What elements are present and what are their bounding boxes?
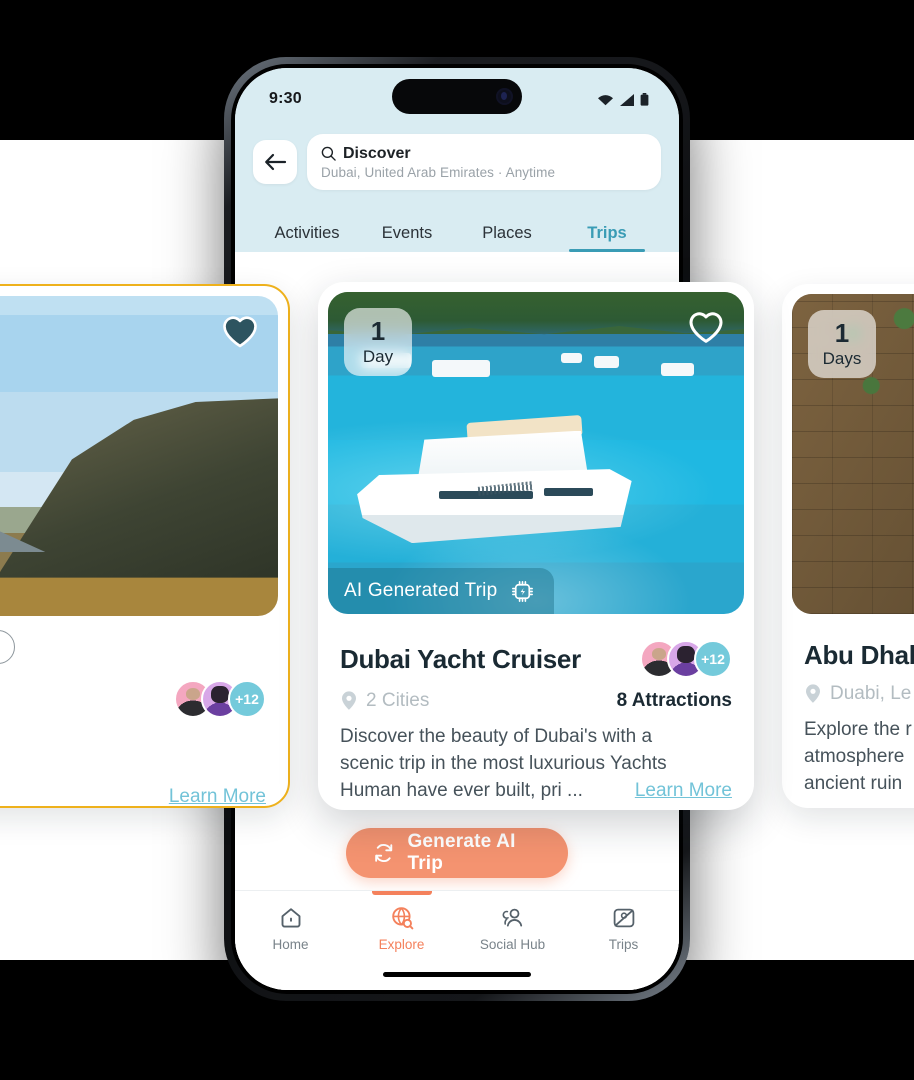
back-button[interactable] [253, 140, 297, 184]
trip-card-left[interactable]: by Experts 2 Days 12 Attractions [0, 284, 290, 808]
ai-chip-icon [512, 580, 534, 602]
trip-card-center-info: Dubai Yacht Cruiser +12 2 Cities 8 Attra… [318, 624, 754, 805]
days-badge-unit: Day [362, 346, 394, 366]
ai-generated-badge: AI Generated Trip [328, 568, 555, 614]
days-badge-number: 1 [834, 317, 850, 348]
screenshot-stage: 9:30 Discover Dubai, United Arab Emirate… [0, 0, 914, 1080]
trip-card-left-description: diverse culture and scapes of Visit hist… [0, 730, 266, 806]
trip-card-right-location: Duabi, Le [804, 683, 911, 705]
tab-trips[interactable]: Trips [557, 224, 657, 252]
desc-line: scenic trip in the most luxurious Yachts [340, 752, 667, 774]
desc-line: scapes of Visit historic [0, 757, 266, 784]
days-badge-center: 1 Day [344, 308, 412, 376]
generate-ai-trip-label: Generate AI Trip [407, 831, 516, 874]
learn-more-link-center[interactable]: Learn More [635, 778, 732, 805]
status-bar-clock: 9:30 [269, 90, 302, 107]
front-camera-icon [496, 88, 513, 105]
generate-ai-trip-button[interactable]: Generate AI Trip [346, 828, 568, 878]
desc-line: ancient ruin [804, 772, 903, 794]
desc-line: atmosphere [804, 745, 905, 767]
trip-card-left-pills: 2 Days 12 Attractions [0, 626, 288, 664]
trip-card-center-description: Discover the beauty of Dubai's with a sc… [340, 724, 732, 805]
favorite-button-center[interactable] [686, 308, 726, 351]
trip-card-center-title: Dubai Yacht Cruiser [340, 643, 581, 674]
location-pin-icon [806, 684, 820, 703]
nav-item-home[interactable]: Home [235, 904, 346, 952]
nav-item-social-hub[interactable]: Social Hub [457, 904, 568, 952]
learn-more-link-left[interactable]: Learn More [169, 784, 266, 806]
tab-activities[interactable]: Activities [257, 224, 357, 252]
trip-card-left-image: by Experts [0, 296, 278, 616]
trip-card-left-title-row: ey +12 [0, 680, 266, 718]
trip-card-center-title-row: Dubai Yacht Cruiser +12 [340, 640, 732, 678]
trip-card-right-title: Abu Dhabi [804, 640, 914, 670]
trip-card-right-meta: Duabi, Le [804, 683, 914, 705]
favorite-button-left[interactable] [220, 312, 260, 355]
wifi-icon [598, 94, 613, 105]
days-badge-right: 1 Days [808, 310, 876, 378]
nav-label-social-hub: Social Hub [479, 937, 546, 952]
globe-search-icon [391, 907, 413, 930]
ai-generated-badge-label: AI Generated Trip [344, 580, 498, 601]
status-bar-icons [597, 92, 649, 106]
trip-card-center-attractions: 8 Attractions [616, 690, 732, 711]
avatar-stack-left[interactable]: +12 [174, 680, 266, 718]
days-badge-unit: Days [822, 348, 862, 368]
trip-card-left-info: ey +12 diverse culture and scapes of Vis… [0, 664, 288, 806]
trip-card-right-info: Abu Dhabi Duabi, Le Explore the r atmosp… [782, 624, 914, 798]
refresh-icon [375, 844, 393, 862]
heart-filled-icon [223, 316, 257, 348]
trip-card-center[interactable]: 1 Day AI Generated Trip Dubai Yacht Crui… [318, 282, 754, 810]
desc-last-line: Human have ever built, pri ... Learn Mor… [340, 778, 732, 805]
avatar-stack-center[interactable]: +12 [640, 640, 732, 678]
desc-line: Discover the beauty of Dubai's with a [340, 726, 653, 747]
desc-line: Human have ever built, pri ... [340, 779, 583, 801]
avatar-more-count: +12 [694, 640, 732, 678]
desc-line: Explore the r [804, 719, 912, 740]
trip-card-right[interactable]: 1 Days Abu Dhabi Duabi, Le Explore the r [782, 284, 914, 808]
trip-card-right-title-row: Abu Dhabi [804, 640, 914, 671]
nav-label-home: Home [272, 937, 309, 952]
yacht-illustration [357, 395, 632, 544]
nav-label-explore: Explore [378, 937, 425, 952]
category-tabs: Activities Events Places Trips [235, 206, 679, 252]
map-pin-icon [613, 908, 634, 928]
desc-last-line: Learn More [0, 784, 266, 806]
heart-outline-icon [689, 312, 723, 343]
desc-line: diverse culture and [0, 730, 266, 757]
dynamic-island [392, 79, 522, 114]
location-pin-icon [342, 691, 356, 710]
trip-card-center-cities-label: 2 Cities [366, 690, 430, 711]
search-title-row: Discover [321, 145, 647, 163]
nav-item-explore[interactable]: Explore [346, 904, 457, 952]
home-icon [281, 908, 300, 928]
days-badge-number: 1 [370, 315, 386, 346]
trip-card-center-cities: 2 Cities [340, 690, 429, 712]
cellular-icon [620, 93, 634, 106]
avatar-more-count: +12 [228, 680, 266, 718]
search-input[interactable]: Discover Dubai, United Arab Emirates · A… [307, 134, 661, 190]
pill-attractions-left: 12 Attractions [0, 630, 16, 664]
search-row: Discover Dubai, United Arab Emirates · A… [235, 130, 679, 206]
nav-label-trips: Trips [608, 937, 639, 952]
trip-card-right-location-label: Duabi, Le [830, 683, 912, 704]
people-icon [502, 908, 522, 927]
search-title: Discover [343, 144, 411, 162]
battery-icon [640, 92, 649, 106]
tab-places[interactable]: Places [457, 224, 557, 252]
search-subtitle: Dubai, United Arab Emirates · Anytime [321, 164, 556, 180]
trip-card-right-description: Explore the r atmosphere ancient ruin [804, 717, 914, 798]
search-icon [321, 146, 336, 161]
home-indicator [383, 971, 531, 977]
tab-events[interactable]: Events [357, 224, 457, 252]
back-arrow-icon [265, 153, 287, 171]
trip-card-center-meta: 2 Cities 8 Attractions [340, 690, 732, 712]
nav-item-trips[interactable]: Trips [568, 904, 679, 952]
trip-card-right-image: 1 Days [792, 294, 914, 614]
trip-card-center-image: 1 Day AI Generated Trip [328, 292, 744, 614]
